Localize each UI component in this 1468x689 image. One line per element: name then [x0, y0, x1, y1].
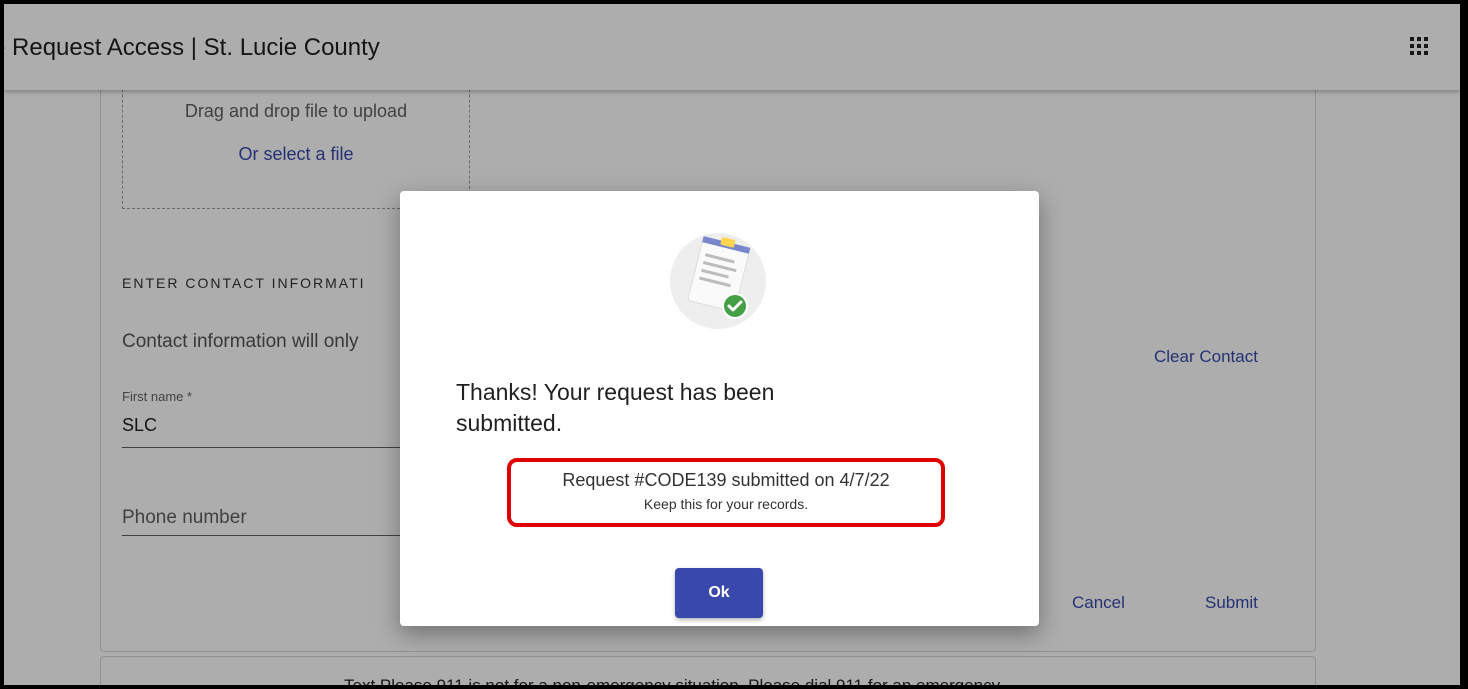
request-number-text: Request #CODE139 submitted on 4/7/22: [562, 470, 890, 490]
request-record-box: Request #CODE139 submitted on 4/7/22 Kee…: [507, 458, 945, 527]
confirmation-dialog: Thanks! Your request has been submitted.…: [400, 191, 1039, 626]
document-check-icon: [668, 223, 768, 333]
records-note: Keep this for your records.: [643, 496, 809, 512]
dialog-title: Thanks! Your request has been submitted.: [456, 379, 775, 436]
browser-frame: e Request Access | St. Lucie County Text…: [4, 4, 1460, 685]
ok-button[interactable]: Ok: [675, 568, 763, 618]
